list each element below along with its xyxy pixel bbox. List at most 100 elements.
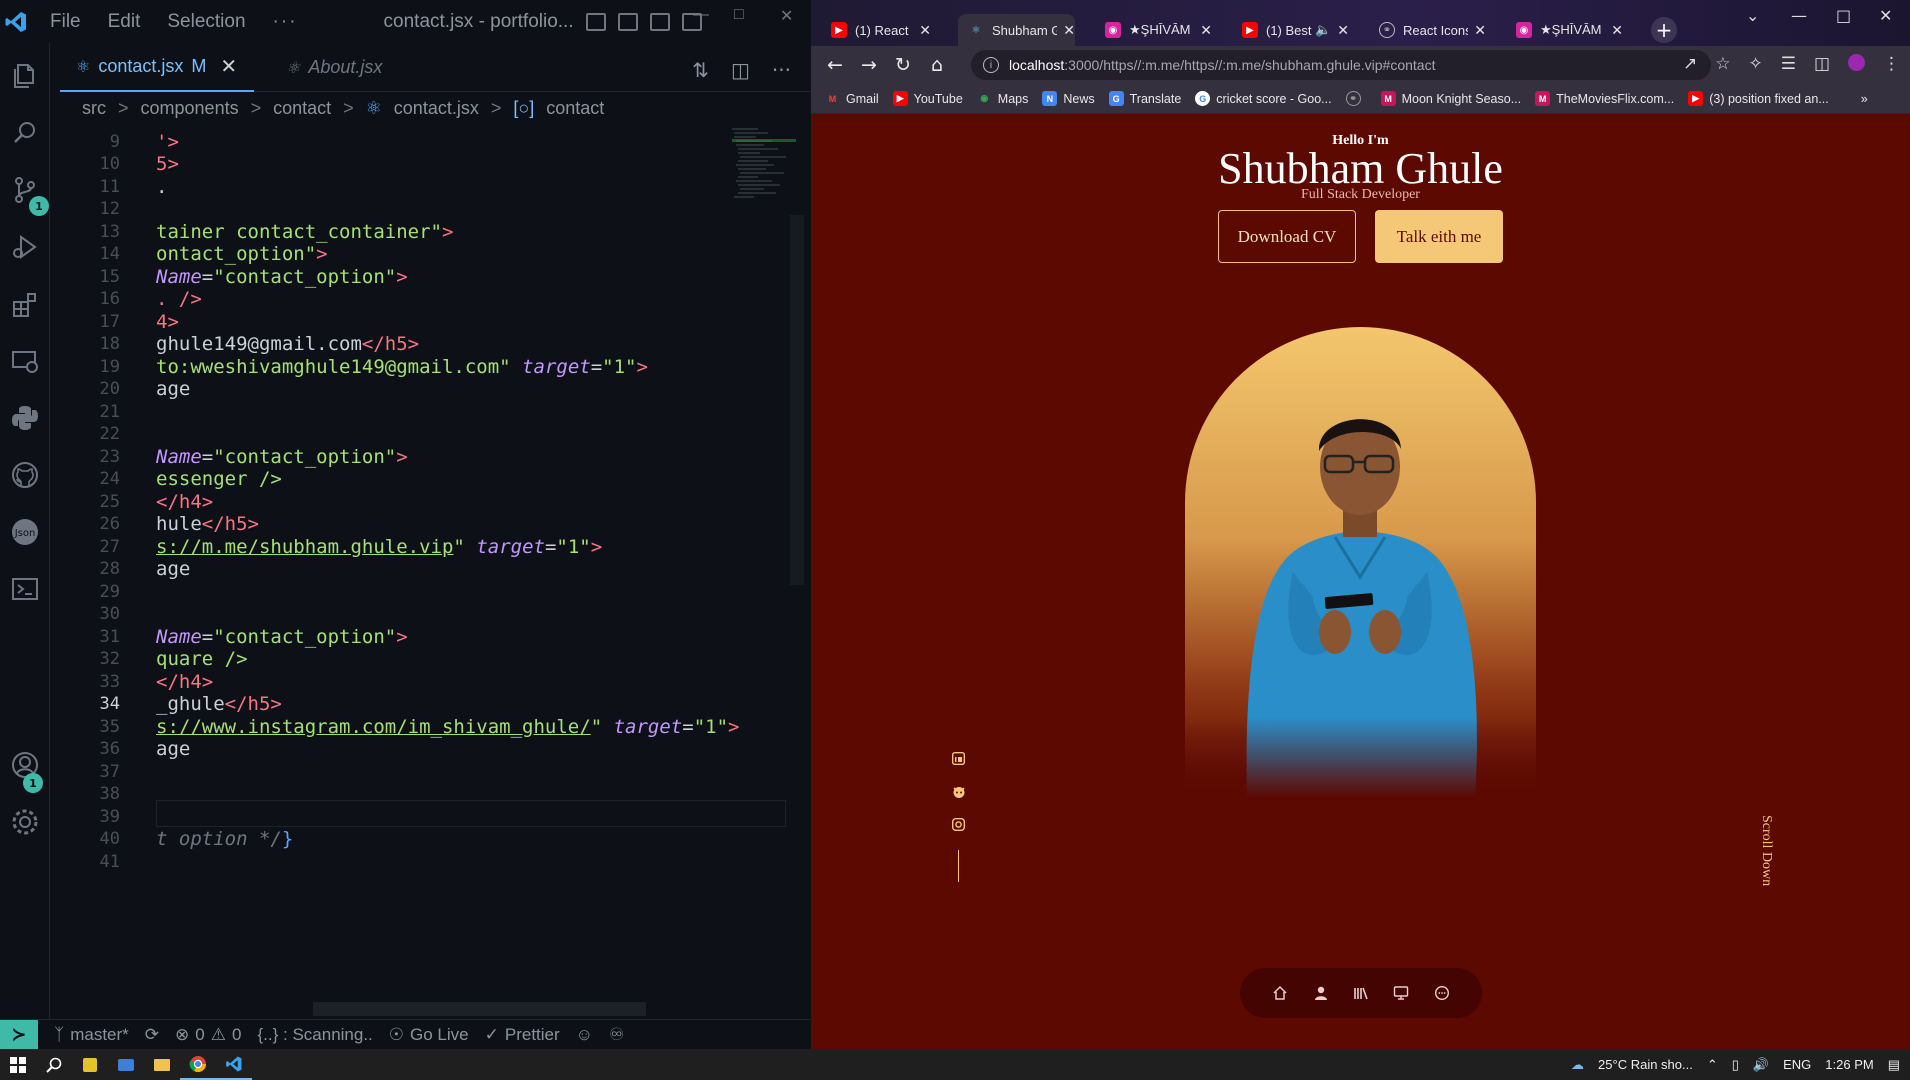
close-window-icon[interactable]: ✕	[780, 6, 793, 26]
json-icon[interactable]: Json	[9, 516, 41, 548]
more-actions-icon[interactable]: ···	[772, 58, 791, 82]
bookmark-moon-knight[interactable]: M Moon Knight Seaso...	[1380, 91, 1521, 106]
bookmark-globe[interactable]: ⚭	[1345, 91, 1367, 106]
bookmark-news[interactable]: N News	[1042, 91, 1095, 106]
restore-icon[interactable]: □	[1836, 6, 1851, 25]
vscode-taskbar-icon[interactable]	[216, 1049, 252, 1080]
file-explorer-icon[interactable]	[144, 1049, 180, 1080]
code-editor[interactable]: 9 '> 10 5> 11. 12 13 tainer contact_contain…	[60, 128, 795, 1016]
minimize-icon[interactable]: —	[1791, 6, 1807, 25]
maximize-icon[interactable]: □	[734, 6, 744, 24]
user-icon[interactable]	[1311, 983, 1331, 1003]
run-debug-icon[interactable]	[9, 231, 41, 263]
horizontal-scrollbar[interactable]	[313, 1002, 646, 1016]
minimap[interactable]	[728, 125, 798, 225]
instagram-icon[interactable]	[951, 817, 966, 832]
address-bar[interactable]: i localhost:3000/https//:m.me/https//:m.…	[971, 50, 1711, 80]
prettier-status[interactable]: ✓ Prettier	[485, 1025, 560, 1045]
close-tab-icon[interactable]: ✕	[220, 54, 237, 79]
menu-edit[interactable]: Edit	[108, 11, 141, 33]
browser-tab[interactable]: ◉ ★ŞHĪVĀM G ✕	[1506, 14, 1623, 46]
search-icon[interactable]	[9, 117, 41, 149]
taskbar-search-icon[interactable]	[36, 1049, 72, 1080]
browser-tab-active[interactable]: ⚛ Shubham Ghule ✕	[958, 14, 1075, 46]
terminal-icon[interactable]	[9, 573, 41, 605]
browser-tab[interactable]: ◉ ★ŞHĪVĀM G ✕	[1095, 14, 1212, 46]
windows-start-icon[interactable]	[0, 1049, 36, 1080]
browser-tab[interactable]: ▶ (1) React Portf ✕	[821, 14, 931, 46]
open-changes-icon[interactable]: ⇅	[692, 58, 709, 82]
scroll-down-link[interactable]: Scroll Down	[1758, 815, 1774, 886]
notifications-icon[interactable]: ▤	[1888, 1057, 1900, 1073]
bookmark-gmail[interactable]: M Gmail	[825, 91, 879, 106]
tab-search-chevron-icon[interactable]: ⌄	[1746, 6, 1759, 25]
tab-about-jsx[interactable]: ⚛ About.jsx	[270, 43, 382, 92]
extensions-icon[interactable]	[9, 288, 41, 320]
back-arrow-icon[interactable]: ←	[825, 54, 845, 76]
profile-avatar-icon[interactable]	[1848, 54, 1865, 71]
show-hidden-icons-chevron-icon[interactable]: ⌃	[1707, 1057, 1718, 1073]
go-live-button[interactable]: ☉ Go Live	[389, 1025, 469, 1045]
git-branch[interactable]: ᛉ master*	[54, 1025, 129, 1045]
speaker-icon[interactable]: 🔈	[1315, 22, 1331, 38]
volume-icon[interactable]: 🔊	[1753, 1057, 1769, 1073]
close-tab-icon[interactable]: ✕	[919, 22, 931, 39]
language-status[interactable]: {..} : Scanning..	[257, 1025, 372, 1045]
accounts-icon[interactable]: 1	[9, 749, 43, 793]
sync-icon[interactable]: ⟳	[145, 1025, 159, 1045]
close-tab-icon[interactable]: ✕	[1611, 22, 1623, 39]
extensions-puzzle-icon[interactable]: ✧	[1748, 54, 1762, 74]
network-icon[interactable]: ▯	[1732, 1057, 1739, 1073]
python-icon[interactable]	[9, 402, 41, 434]
vertical-scrollbar[interactable]	[790, 215, 804, 585]
more-bookmarks-icon[interactable]: »	[1861, 92, 1868, 106]
talk-button[interactable]: Talk eith me	[1375, 210, 1503, 263]
menu-file[interactable]: File	[50, 11, 81, 33]
problems-indicator[interactable]: ⊗ 0 ⚠ 0	[175, 1025, 241, 1045]
github-icon[interactable]	[9, 459, 41, 491]
close-window-icon[interactable]: ✕	[1879, 6, 1892, 25]
pinned-app-icon[interactable]	[72, 1049, 108, 1080]
bookmark-moviesflix[interactable]: M TheMoviesFlix.com...	[1535, 91, 1674, 106]
bookmark-youtube[interactable]: ▶ YouTube	[892, 91, 963, 106]
github-icon[interactable]	[951, 784, 966, 799]
explorer-icon[interactable]	[9, 59, 41, 91]
toggle-secondary-sidebar-icon[interactable]	[649, 12, 670, 31]
breadcrumb-item[interactable]: src	[82, 98, 106, 119]
side-panel-icon[interactable]: ◫	[1814, 54, 1830, 74]
menu-more[interactable]: ···	[273, 11, 298, 33]
message-icon[interactable]	[1432, 983, 1452, 1003]
pinned-app-icon[interactable]	[108, 1049, 144, 1080]
home-icon[interactable]	[1270, 983, 1290, 1003]
notifications-bell-icon[interactable]: ♾	[609, 1025, 624, 1045]
settings-gear-icon[interactable]	[9, 806, 41, 838]
close-tab-icon[interactable]: ✕	[1337, 22, 1349, 39]
bookmark-maps[interactable]: ◉ Maps	[977, 91, 1028, 106]
tab-contact-jsx[interactable]: ⚛ contact.jsx M ✕	[60, 43, 254, 92]
remote-indicator-icon[interactable]: ≻	[0, 1019, 38, 1049]
download-cv-button[interactable]: Download CV	[1218, 210, 1356, 263]
weather-icon[interactable]: ☁	[1571, 1057, 1584, 1073]
site-info-icon[interactable]: i	[983, 57, 999, 73]
bookmark-position-fixed[interactable]: ▶ (3) position fixed an...	[1688, 91, 1829, 106]
browser-tab[interactable]: ▶ (1) Best o 🔈 ✕	[1232, 14, 1349, 46]
browser-tab[interactable]: ⚭ React Icons ✕	[1369, 14, 1486, 46]
home-icon[interactable]: ⌂	[927, 54, 947, 76]
breadcrumb-item[interactable]: contact.jsx	[394, 98, 479, 119]
minimize-icon[interactable]: —	[693, 6, 709, 24]
breadcrumb-item[interactable]: contact	[273, 98, 331, 119]
share-icon[interactable]: ↗	[1683, 54, 1697, 74]
menu-selection[interactable]: Selection	[167, 11, 245, 33]
bookmark-translate[interactable]: G Translate	[1108, 91, 1181, 106]
bookmark-star-icon[interactable]: ☆	[1715, 54, 1730, 74]
close-tab-icon[interactable]: ✕	[1063, 22, 1075, 39]
close-tab-icon[interactable]: ✕	[1200, 22, 1212, 39]
linkedin-icon[interactable]	[951, 751, 966, 766]
chrome-taskbar-icon[interactable]	[180, 1049, 216, 1080]
source-control-icon[interactable]: 1	[9, 174, 49, 216]
clock[interactable]: 1:26 PM	[1825, 1057, 1873, 1072]
books-icon[interactable]	[1351, 983, 1371, 1003]
toggle-panel-icon[interactable]	[617, 12, 638, 31]
forward-arrow-icon[interactable]: →	[859, 54, 879, 76]
toggle-sidebar-icon[interactable]	[585, 12, 606, 31]
